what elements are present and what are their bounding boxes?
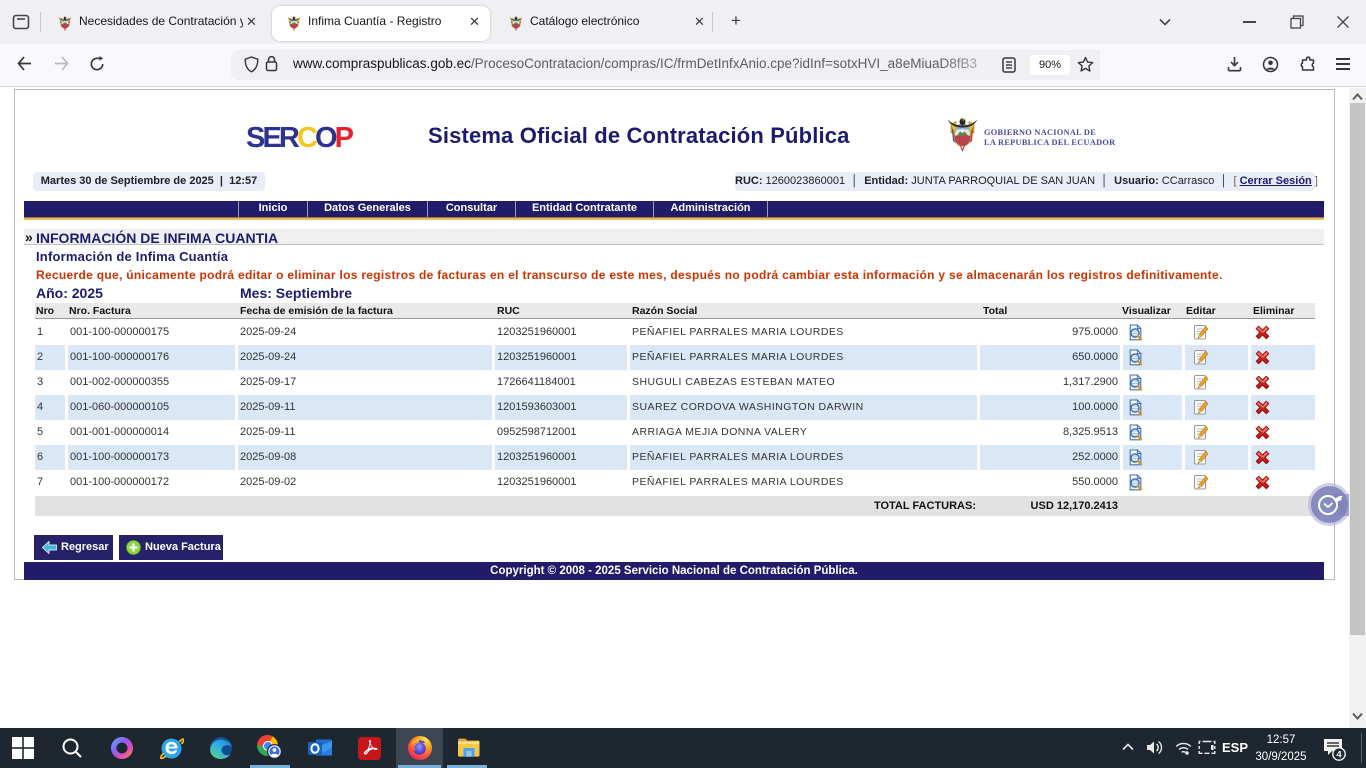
- svg-text:4: 4: [1336, 750, 1342, 761]
